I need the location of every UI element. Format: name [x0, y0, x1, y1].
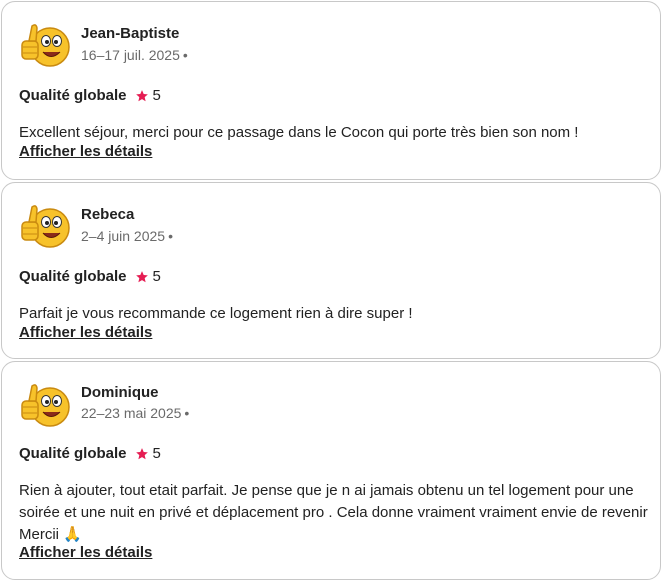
review-date-range: 16–17 juil. 2025: [81, 47, 180, 63]
rating-value: 5: [152, 445, 161, 462]
review-dates: 22–23 mai 2025 •: [81, 405, 189, 421]
star-icon: [135, 270, 148, 282]
separator-dot: •: [184, 405, 190, 421]
star-icon: [135, 447, 148, 459]
thumbs-up-emoji-icon: [21, 24, 70, 67]
review-comment: Excellent séjour, merci pour ce passage …: [19, 124, 579, 141]
rating-label: Qualité globale: [19, 445, 127, 462]
thumbs-up-emoji-icon: [21, 205, 70, 248]
review-dates: 2–4 juin 2025 •: [81, 228, 173, 244]
review-date-range: 22–23 mai 2025: [81, 405, 182, 421]
star-icon: [135, 89, 148, 101]
review-comment: Parfait je vous recommande ce logement r…: [19, 305, 413, 322]
overall-rating: Qualité globale 5: [19, 445, 161, 462]
show-details-link[interactable]: Afficher les détails: [19, 143, 152, 160]
overall-rating: Qualité globale 5: [19, 268, 161, 285]
reviewer-name: Rebeca: [81, 206, 135, 223]
review-comment: Rien à ajouter, tout etait parfait. Je p…: [19, 482, 648, 543]
overall-rating: Qualité globale 5: [19, 87, 161, 104]
rating-value: 5: [152, 87, 161, 104]
thumbs-up-emoji-icon: [21, 384, 70, 427]
review-date-range: 2–4 juin 2025: [81, 228, 166, 244]
reviewer-name: Dominique: [81, 384, 159, 401]
review-card: Dominique 22–23 mai 2025 • Qualité global…: [1, 361, 661, 580]
review-card: Jean-Baptiste 16–17 juil. 2025 • Qualité …: [1, 1, 661, 180]
review-dates: 16–17 juil. 2025 •: [81, 47, 188, 63]
rating-label: Qualité globale: [19, 268, 127, 285]
show-details-link[interactable]: Afficher les détails: [19, 544, 152, 561]
reviewer-name: Jean-Baptiste: [81, 25, 180, 42]
separator-dot: •: [168, 228, 173, 244]
rating-value: 5: [152, 268, 161, 285]
review-card: Rebeca 2–4 juin 2025 • Qualité globale 5 …: [1, 182, 661, 359]
separator-dot: •: [182, 47, 188, 63]
show-details-link[interactable]: Afficher les détails: [19, 324, 152, 341]
rating-label: Qualité globale: [19, 87, 127, 104]
